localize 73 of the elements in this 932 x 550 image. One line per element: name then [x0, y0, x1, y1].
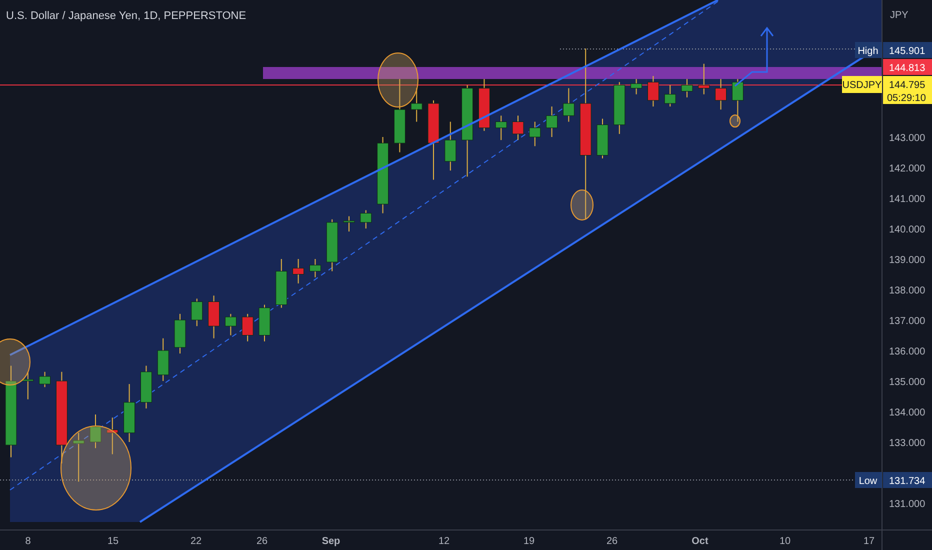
candlestick: [174, 313, 186, 354]
candlestick: [242, 313, 254, 342]
candlestick: [191, 298, 203, 327]
candlestick: [360, 210, 372, 229]
time-label: 22: [190, 536, 202, 547]
candlestick: [512, 115, 524, 141]
candlestick: [478, 78, 490, 132]
candlestick: [732, 78, 744, 122]
candlestick: [157, 338, 169, 382]
candlestick: [22, 371, 34, 400]
price-badge: 144.795 05:29:10: [883, 76, 932, 104]
candlestick: [258, 304, 270, 342]
candlestick: [698, 63, 710, 95]
time-label: Oct: [692, 536, 708, 547]
price-tick: 135.000: [889, 377, 926, 388]
candlestick: [715, 78, 727, 110]
candlestick: [326, 218, 338, 272]
candlestick: [124, 384, 136, 442]
highlight-circle: [730, 114, 740, 128]
price-tick: 136.000: [889, 346, 926, 358]
price-tick: 138.000: [889, 286, 926, 296]
price-tick: 140.000: [889, 224, 926, 236]
candlestick: [546, 106, 558, 138]
price-tick: 133.000: [889, 438, 926, 449]
candlestick: [529, 121, 541, 147]
candlestick: [276, 258, 288, 308]
candlestick: [681, 78, 693, 98]
time-label: 17: [863, 536, 875, 547]
highlight-circle: [570, 190, 594, 220]
price-badge: 144.813: [883, 59, 932, 75]
time-label: 19: [523, 536, 535, 547]
candlestick: [292, 258, 304, 284]
price-badge: 131.734: [883, 472, 932, 488]
time-label: 26: [256, 536, 268, 547]
candlestick: [208, 295, 220, 339]
candlestick: [596, 118, 608, 159]
candlestick: [664, 84, 676, 107]
price-tick: 142.000: [889, 164, 926, 174]
time-label: 8: [25, 536, 31, 547]
candlestick: [224, 313, 236, 336]
time-label: 10: [779, 536, 791, 547]
price-tick: 139.000: [889, 255, 926, 266]
candlestick: [140, 365, 152, 409]
candlestick: [630, 78, 642, 95]
marker-label: High: [855, 42, 882, 58]
candlestick: [495, 115, 507, 141]
candlestick: [614, 82, 626, 134]
time-label: Sep: [322, 536, 340, 547]
price-tick: 137.000: [889, 316, 926, 327]
time-label: 26: [606, 536, 618, 547]
time-label: 15: [107, 536, 119, 547]
chart-title: U.S. Dollar / Japanese Yen, 1D, PEPPERSTONE: [6, 10, 246, 22]
price-tick: 131.000: [889, 499, 926, 510]
price-badge: 145.901: [883, 42, 932, 58]
candlestick: [410, 88, 422, 122]
candlestick: [647, 76, 659, 107]
candlestick: [343, 216, 355, 232]
highlight-circle: [378, 52, 418, 108]
candlestick: [562, 88, 574, 122]
candlestick: [72, 432, 84, 482]
price-tick: 143.000: [889, 133, 926, 144]
price-tick: 141.000: [889, 194, 926, 205]
time-label: 12: [438, 536, 450, 547]
projection-arrow: [734, 26, 774, 87]
price-tick: 134.000: [889, 408, 926, 418]
candlestick: [309, 258, 321, 278]
symbol-badge: USDJPY: [842, 76, 882, 93]
currency-label: JPY: [890, 10, 908, 21]
candlestick: [90, 414, 102, 449]
candlestick: [444, 121, 456, 172]
candlestick: [106, 417, 118, 455]
marker-label: Low: [855, 472, 882, 488]
candlestick: [39, 371, 51, 388]
